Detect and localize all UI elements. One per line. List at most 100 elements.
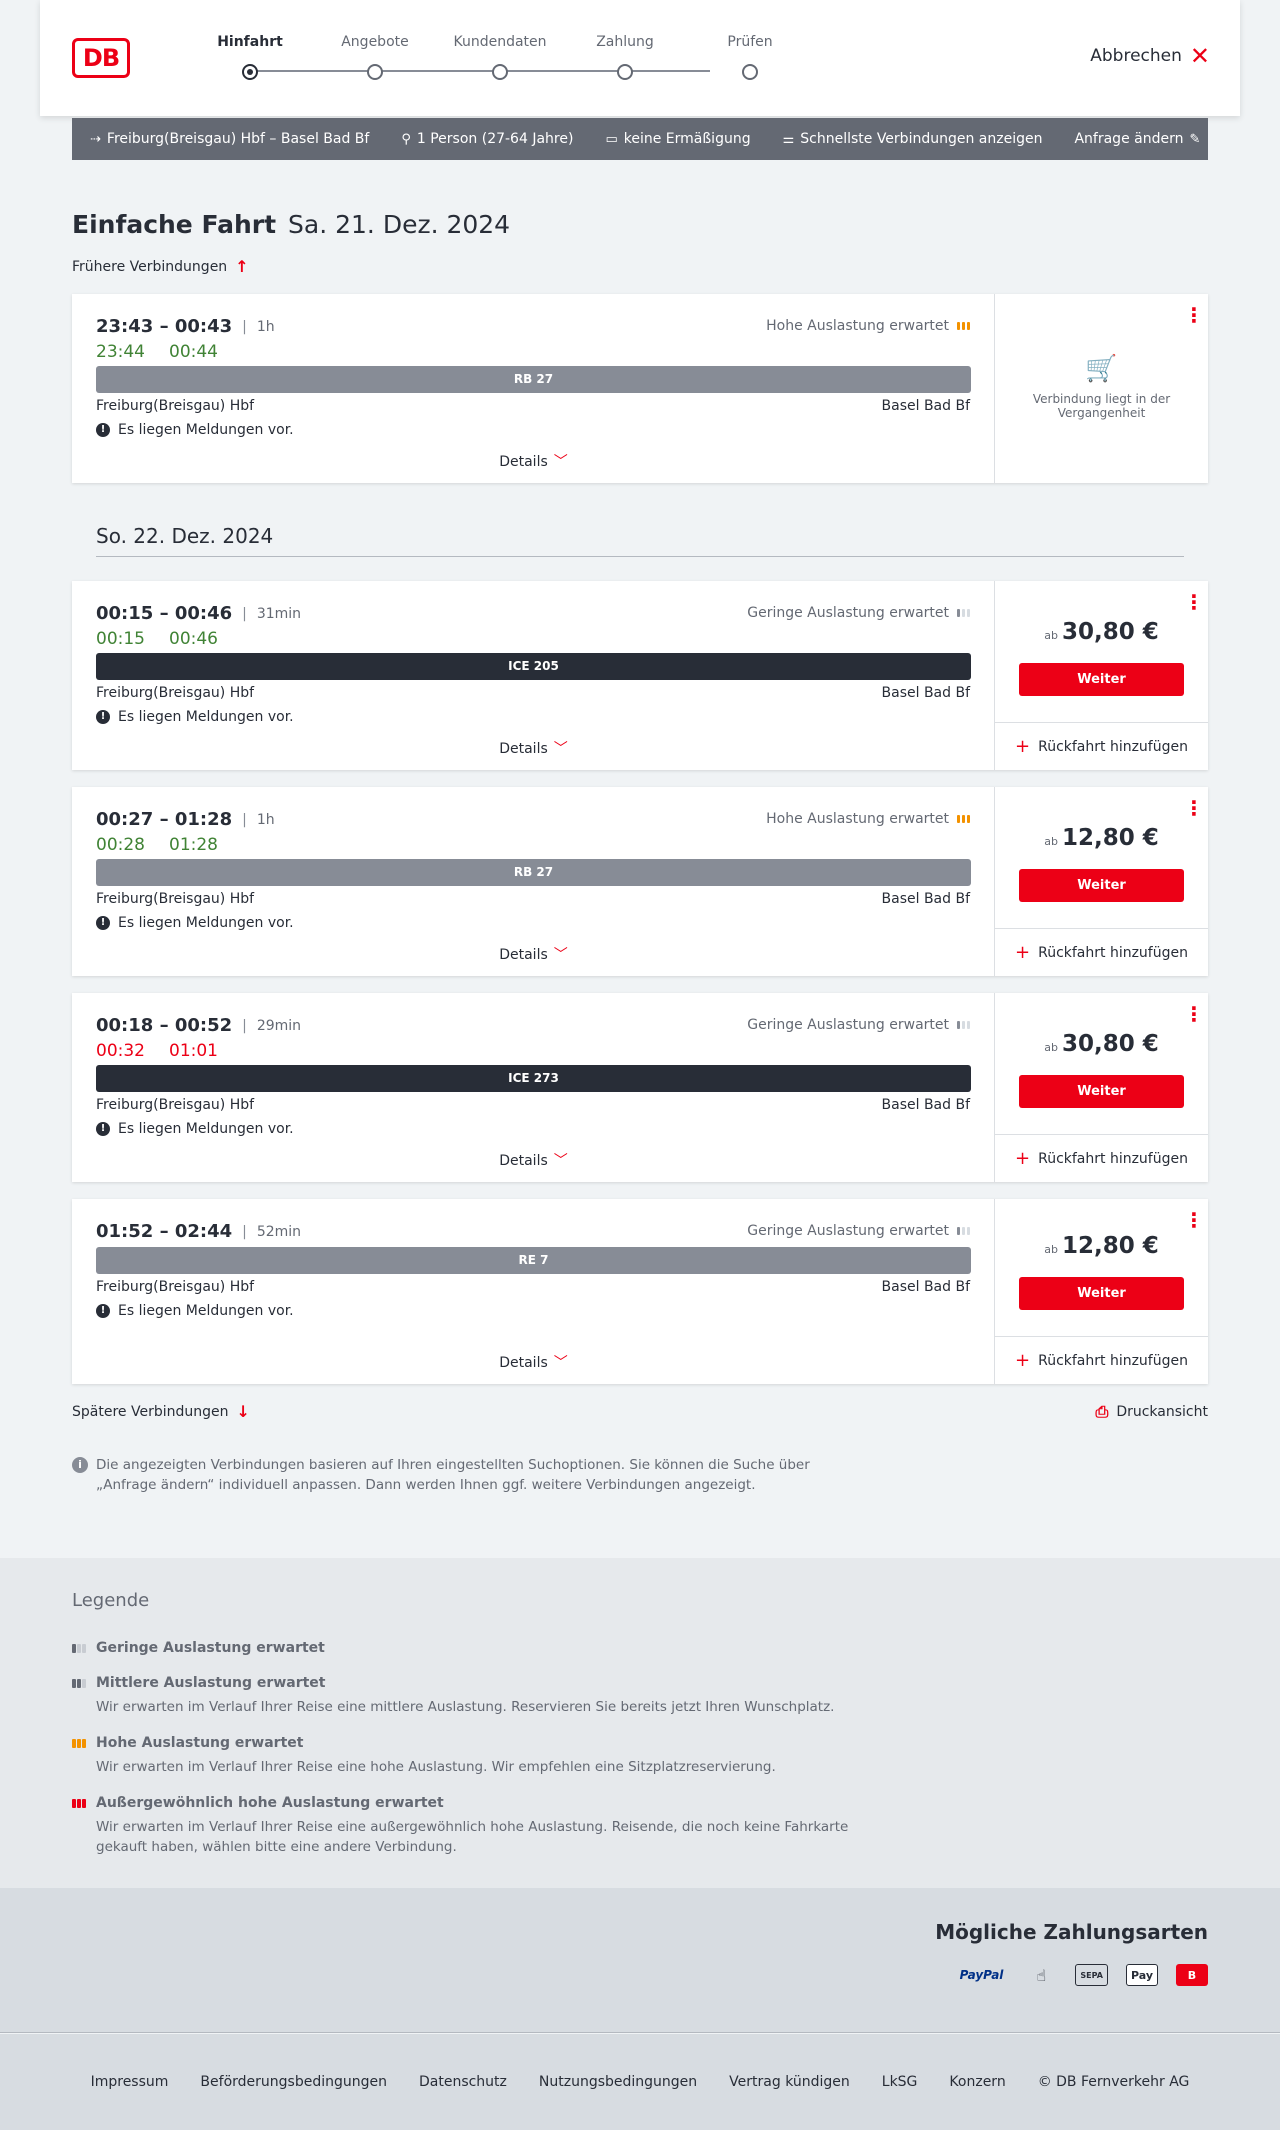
continue-button[interactable]: Weiter	[1019, 1075, 1184, 1108]
sepa-icon: SEPA	[1075, 1964, 1108, 1986]
footer-copyright[interactable]: © DB Fernverkehr AG	[1038, 2074, 1190, 2090]
realtime-arrival: 00:44	[169, 342, 218, 362]
footer: Impressum Beförderungsbedingungen Datens…	[0, 2034, 1280, 2130]
more-options-icon[interactable]: ⋮	[1184, 592, 1204, 612]
realtime-departure: 00:28	[96, 835, 145, 855]
more-options-icon[interactable]: ⋮	[1184, 1004, 1204, 1024]
footer-link-befoerderungsbedingungen[interactable]: Beförderungsbedingungen	[200, 2074, 387, 2090]
realtime-departure: 00:32	[96, 1041, 145, 1061]
separator: |	[242, 318, 247, 335]
occupancy-high-icon	[957, 322, 970, 330]
print-view-link[interactable]: ⎙ Druckansicht	[1096, 1402, 1208, 1422]
origin-station: Freiburg(Breisgau) Hbf	[96, 891, 255, 907]
price-prefix: ab	[1044, 1041, 1058, 1054]
footer-link-konzern[interactable]: Konzern	[949, 2074, 1005, 2090]
legend-item-title: Geringe Auslastung erwartet	[96, 1640, 325, 1656]
notice-message: ! Es liegen Meldungen vor.	[96, 1121, 294, 1137]
cancel-label: Abbrechen	[1090, 46, 1182, 66]
person-icon: ⚲	[401, 131, 411, 147]
connection-card[interactable]: 00:15 – 00:46 | 31min 00:15 00:46 Geringe A…	[72, 581, 1208, 770]
footer-link-nutzungsbedingungen[interactable]: Nutzungsbedingungen	[539, 2074, 697, 2090]
chevron-down-icon: ﹀	[553, 1355, 568, 1371]
details-toggle[interactable]: Details ﹀	[72, 1150, 995, 1170]
legend-item-low: Geringe Auslastung erwartet	[72, 1640, 872, 1656]
db-logo[interactable]: DB	[72, 38, 130, 78]
legend-item-desc: Wir erwarten im Verlauf Ihrer Reise eine…	[96, 1699, 835, 1715]
occupancy-low-icon	[957, 1227, 970, 1235]
train-bar: ICE 205	[96, 653, 971, 680]
price-value: 12,80 €	[1061, 825, 1159, 851]
legend-item-medium: Mittlere Auslastung erwartet Wir erwarte…	[72, 1675, 872, 1717]
change-request-button[interactable]: Anfrage ändern ✎	[1074, 131, 1200, 147]
chevron-down-icon: ﹀	[553, 947, 568, 963]
details-toggle[interactable]: Details ﹀	[72, 944, 995, 964]
connection-times: 01:52 – 02:44 | 52min	[96, 1221, 301, 1242]
realtime-arrival: 01:01	[169, 1041, 218, 1061]
destination-station: Basel Bad Bf	[881, 1279, 970, 1295]
occupancy-label: Hohe Auslastung erwartet	[766, 811, 949, 827]
price-value: 12,80 €	[1061, 1233, 1159, 1259]
notice-text: Es liegen Meldungen vor.	[118, 422, 294, 438]
add-return-button[interactable]: + Rückfahrt hinzufügen	[995, 722, 1208, 770]
occupancy-info: Geringe Auslastung erwartet	[747, 1017, 970, 1033]
arrow-down-icon: ↓	[236, 1402, 250, 1421]
more-options-icon[interactable]: ⋮	[1184, 305, 1204, 325]
arrow-up-icon: ↑	[235, 257, 249, 276]
details-label: Details	[499, 1153, 548, 1169]
connection-main: 00:18 – 00:52 | 29min 00:32 01:01 Geringe A…	[72, 993, 995, 1182]
search-summary-bar: ⇢ Freiburg(Breisgau) Hbf – Basel Bad Bf ⚲…	[72, 118, 1208, 160]
realtime-times: 00:32 01:01	[96, 1041, 218, 1061]
occupancy-high-icon	[72, 1738, 88, 1748]
add-return-button[interactable]: + Rückfahrt hinzufügen	[995, 928, 1208, 976]
more-options-icon[interactable]: ⋮	[1184, 798, 1204, 818]
legend-item-desc: Wir erwarten im Verlauf Ihrer Reise eine…	[96, 1759, 776, 1775]
connection-main: 00:27 – 01:28 | 1h 00:28 01:28 Hohe Auslast…	[72, 787, 995, 976]
separator: |	[242, 811, 247, 828]
footer-link-datenschutz[interactable]: Datenschutz	[419, 2074, 507, 2090]
train-bar: RB 27	[96, 859, 971, 886]
connection-times: 00:27 – 01:28 | 1h	[96, 809, 275, 830]
footer-link-vertrag-kuendigen[interactable]: Vertrag kündigen	[729, 2074, 850, 2090]
later-connections-link[interactable]: Spätere Verbindungen ↓	[72, 1402, 250, 1421]
add-return-label: Rückfahrt hinzufügen	[1038, 1150, 1188, 1167]
price: ab 12,80 €	[995, 825, 1208, 851]
footer-link-impressum[interactable]: Impressum	[91, 2074, 169, 2090]
apple-pay-label: Pay	[1130, 1968, 1153, 1982]
add-return-button[interactable]: + Rückfahrt hinzufügen	[995, 1134, 1208, 1182]
footer-link-lksg[interactable]: LkSG	[882, 2074, 918, 2090]
duration: 29min	[256, 1017, 302, 1034]
details-toggle[interactable]: Details ﹀	[72, 1352, 995, 1372]
origin-station: Freiburg(Breisgau) Hbf	[96, 1279, 255, 1295]
summary-persons: ⚲ 1 Person (27-64 Jahre)	[401, 131, 573, 147]
connection-card[interactable]: 00:18 – 00:52 | 29min 00:32 01:01 Geringe A…	[72, 993, 1208, 1182]
chevron-down-icon: ﹀	[553, 1153, 568, 1169]
legend-item-title: Außergewöhnlich hohe Auslastung erwartet	[96, 1795, 444, 1811]
step-hinfahrt: Hinfahrt	[190, 34, 310, 80]
exclamation-icon: !	[96, 916, 110, 930]
pencil-icon: ✎	[1189, 131, 1201, 147]
details-toggle[interactable]: Details ﹀	[72, 451, 995, 471]
details-label: Details	[499, 741, 548, 757]
occupancy-low-icon	[957, 1021, 970, 1029]
connection-card[interactable]: 00:27 – 01:28 | 1h 00:28 01:28 Hohe Auslast…	[72, 787, 1208, 976]
legend-item-desc: Wir erwarten im Verlauf Ihrer Reise eine…	[96, 1819, 849, 1855]
step-label: Angebote	[341, 34, 409, 50]
connection-card[interactable]: 01:52 – 02:44 | 52min Geringe Auslastung e…	[72, 1199, 1208, 1384]
cancel-button[interactable]: Abbrechen ✕	[1090, 44, 1210, 68]
add-return-button[interactable]: + Rückfahrt hinzufügen	[995, 1336, 1208, 1384]
details-toggle[interactable]: Details ﹀	[72, 738, 995, 758]
connection-card[interactable]: 23:43 – 00:43 | 1h 23:44 00:44 Hohe Auslast…	[72, 294, 1208, 483]
duration: 1h	[256, 811, 275, 828]
occupancy-medium-icon	[72, 1678, 88, 1688]
destination-station: Basel Bad Bf	[881, 398, 970, 414]
continue-button[interactable]: Weiter	[1019, 869, 1184, 902]
chevron-down-icon: ﹀	[553, 454, 568, 470]
notice-message: ! Es liegen Meldungen vor.	[96, 915, 294, 931]
top-bar: DB Hinfahrt Angebote Kundendaten Zahlung…	[40, 0, 1240, 116]
continue-button[interactable]: Weiter	[1019, 663, 1184, 696]
legend-item-title: Mittlere Auslastung erwartet	[96, 1675, 326, 1691]
continue-button[interactable]: Weiter	[1019, 1277, 1184, 1310]
earlier-connections-link[interactable]: Frühere Verbindungen ↑	[72, 257, 249, 276]
chevron-down-icon: ﹀	[553, 741, 568, 757]
more-options-icon[interactable]: ⋮	[1184, 1210, 1204, 1230]
